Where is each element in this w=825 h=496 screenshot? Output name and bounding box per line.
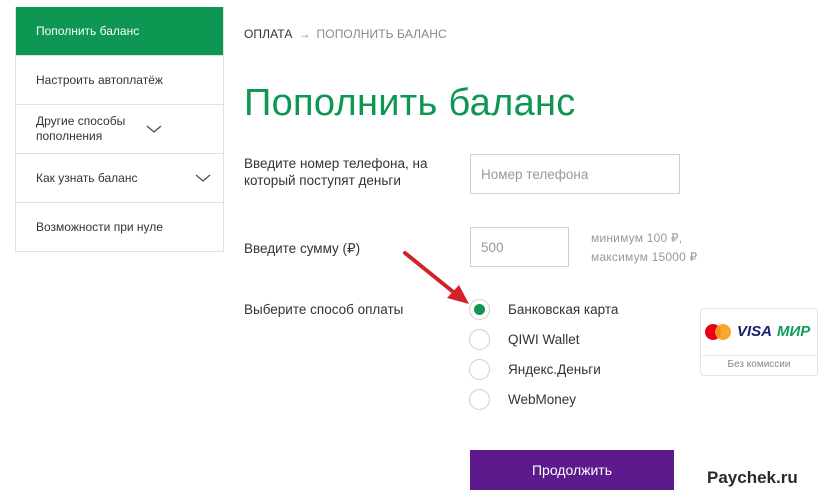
chevron-down-icon	[146, 125, 162, 133]
amount-label: Введите сумму (₽)	[244, 241, 361, 256]
page-title: Пополнить баланс	[244, 82, 576, 124]
amount-input-placeholder: 500	[481, 239, 504, 255]
payment-option-label: Банковская карта	[508, 302, 619, 317]
sidebar-item-other-methods[interactable]: Другие способы пополнения	[16, 104, 223, 153]
phone-label-line1: Введите номер телефона, на	[244, 156, 428, 171]
payment-option-webmoney[interactable]: WebMoney	[469, 389, 576, 410]
sidebar-item-zero-balance[interactable]: Возможности при нуле	[16, 202, 223, 251]
sidebar-item-label: Возможности при нуле	[36, 219, 163, 234]
radio-button[interactable]	[469, 389, 490, 410]
radio-button[interactable]	[469, 359, 490, 380]
phone-label: Введите номер телефона, на который посту…	[244, 155, 427, 189]
amount-hint-max: максимум 15000 ₽	[591, 250, 698, 264]
phone-input[interactable]: Номер телефона	[470, 154, 680, 194]
continue-button[interactable]: Продолжить	[470, 450, 674, 490]
no-commission-caption: Без комиссии	[727, 359, 791, 370]
breadcrumb: ОПЛАТА → ПОПОЛНИТЬ БАЛАНС	[244, 27, 447, 41]
radio-button[interactable]	[469, 329, 490, 350]
card-logos: VISA МИР	[705, 323, 810, 340]
breadcrumb-arrow-icon: →	[298, 27, 311, 41]
sidebar-item-top-up[interactable]: Пополнить баланс	[16, 7, 223, 55]
sidebar-nav: Пополнить баланс Настроить автоплатёж Др…	[15, 7, 224, 252]
mastercard-logo	[705, 323, 731, 340]
card-logos-badge: VISA МИР Без комиссии	[700, 308, 818, 376]
payment-option-yandex[interactable]: Яндекс.Деньги	[469, 359, 601, 380]
breadcrumb-current: ПОПОЛНИТЬ БАЛАНС	[316, 27, 447, 41]
breadcrumb-root-link[interactable]: ОПЛАТА	[244, 27, 292, 41]
payment-method-label: Выберите способ оплаты	[244, 302, 404, 317]
sidebar-item-label: Другие способы пополнения	[36, 114, 126, 143]
visa-logo: VISA	[737, 323, 773, 340]
sidebar-item-check-balance[interactable]: Как узнать баланс	[16, 153, 223, 202]
mir-logo: МИР	[777, 323, 811, 340]
sidebar-item-autopay[interactable]: Настроить автоплатёж	[16, 55, 223, 104]
phone-label-line2: который поступят деньги	[244, 173, 401, 188]
amount-hint: минимум 100 ₽, максимум 15000 ₽	[591, 229, 697, 267]
sidebar-item-label: Настроить автоплатёж	[36, 72, 163, 87]
payment-option-label: QIWI Wallet	[508, 332, 580, 347]
payment-option-qiwi[interactable]: QIWI Wallet	[469, 329, 580, 350]
amount-input[interactable]: 500	[470, 227, 569, 267]
sidebar-item-label: Пополнить баланс	[36, 23, 140, 38]
amount-hint-min: минимум 100 ₽,	[591, 231, 683, 245]
phone-input-placeholder: Номер телефона	[481, 166, 589, 182]
sidebar-item-label: Как узнать баланс	[36, 170, 138, 185]
red-arrow-icon	[403, 251, 469, 304]
watermark: Paychek.ru	[703, 468, 802, 488]
divider	[701, 355, 817, 356]
payment-option-bank-card[interactable]: Банковская карта	[469, 299, 618, 320]
chevron-down-icon	[195, 174, 211, 182]
payment-option-label: WebMoney	[508, 392, 577, 407]
payment-option-label: Яндекс.Деньги	[508, 362, 601, 377]
radio-selected-dot	[474, 304, 485, 315]
